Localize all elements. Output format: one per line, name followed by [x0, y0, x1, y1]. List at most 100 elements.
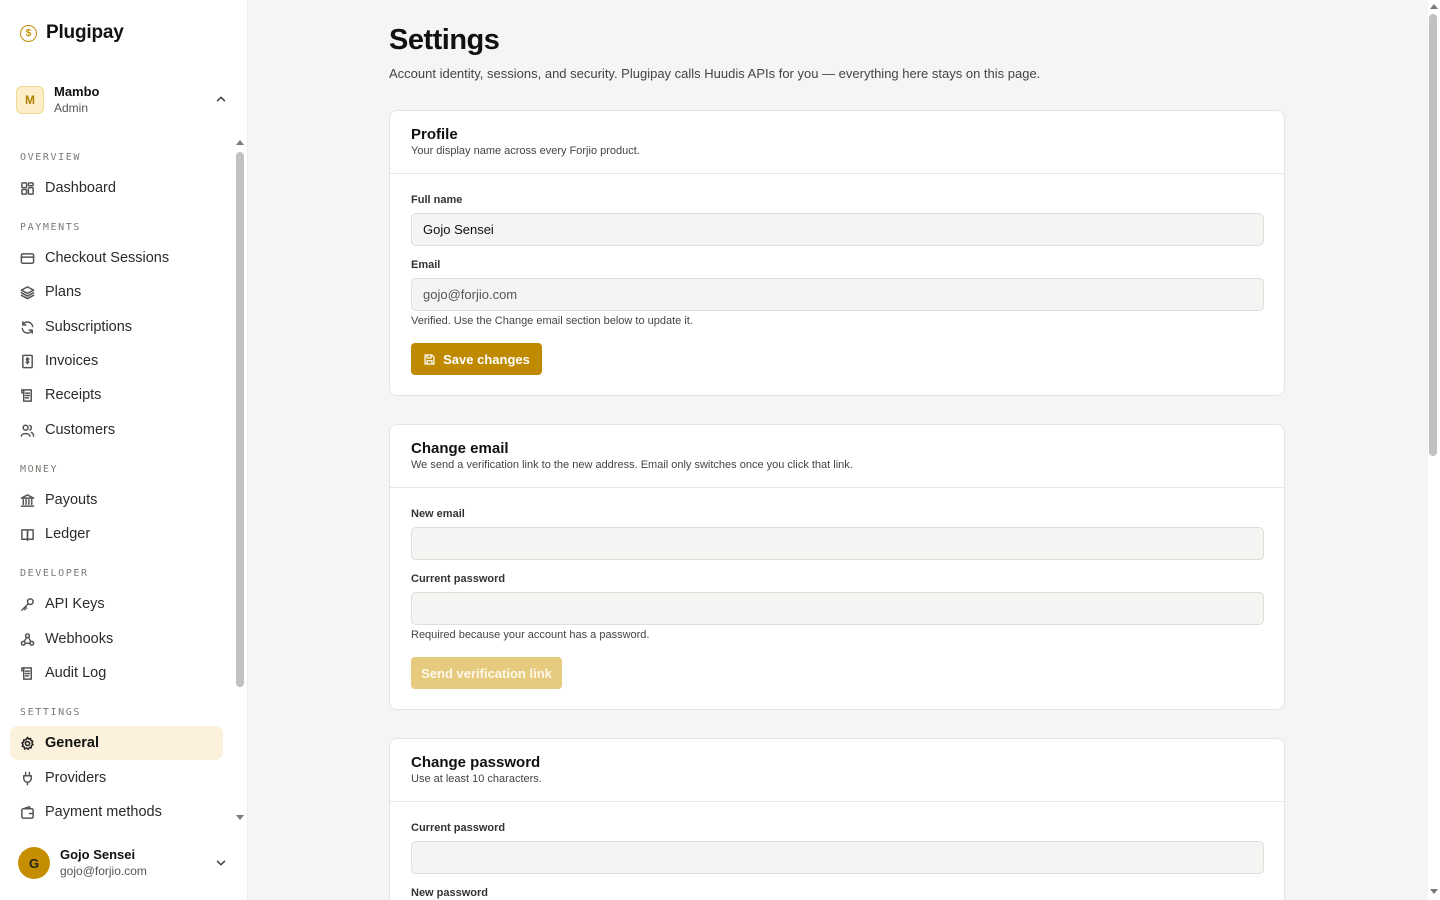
scroll-down-arrow-icon[interactable]	[236, 815, 244, 820]
sidebar-item-label: Dashboard	[45, 180, 116, 196]
sidebar-item-label: General	[45, 735, 99, 751]
nav-section-developer: DEVELOPER	[20, 568, 89, 579]
bank-icon	[20, 493, 35, 508]
webhook-icon	[20, 632, 35, 647]
layers-icon	[20, 285, 35, 300]
email-label: Email	[411, 259, 441, 271]
user-info: Gojo Sensei gojo@forjio.com	[60, 846, 147, 880]
sidebar-item-label: Payment methods	[45, 804, 162, 820]
sidebar-item-payouts[interactable]: Payouts	[10, 483, 223, 517]
nav-section-money: MONEY	[20, 464, 59, 475]
sidebar-item-payment-methods[interactable]: Payment methods	[10, 795, 223, 822]
sidebar-item-label: Receipts	[45, 387, 102, 403]
card-title: Change email	[411, 440, 509, 457]
nav-section-payments: PAYMENTS	[20, 222, 81, 233]
save-changes-button[interactable]: Save changes	[411, 343, 542, 375]
page-scrollbar[interactable]	[1428, 0, 1440, 900]
sidebar-nav: OVERVIEW Dashboard PAYMENTS Checkout Ses…	[0, 140, 234, 822]
password-hint: Required because your account has a pass…	[411, 629, 650, 641]
email-field[interactable]: gojo@forjio.com	[411, 278, 1264, 311]
brand[interactable]: $ Plugipay	[20, 22, 124, 44]
save-changes-label: Save changes	[443, 351, 530, 367]
sidebar-item-subscriptions[interactable]: Subscriptions	[10, 310, 223, 344]
page-scroll-thumb[interactable]	[1429, 14, 1437, 456]
sidebar-item-ledger[interactable]: Ledger	[10, 517, 223, 551]
sidebar-item-invoices[interactable]: Invoices	[10, 344, 223, 378]
sidebar-item-providers[interactable]: Providers	[10, 761, 223, 795]
change-email-card: Change email We send a verification link…	[389, 424, 1285, 710]
page-subtitle: Account identity, sessions, and security…	[389, 66, 1041, 81]
sidebar: $ Plugipay M Mambo Admin OVERVIEW Dashbo…	[0, 0, 248, 900]
credit-card-icon	[20, 251, 35, 266]
card-title: Profile	[411, 126, 458, 143]
brand-name: Plugipay	[46, 22, 124, 43]
user-menu[interactable]: G Gojo Sensei gojo@forjio.com	[18, 846, 232, 880]
email-hint: Verified. Use the Change email section b…	[411, 315, 693, 327]
sidebar-scroll-thumb[interactable]	[236, 152, 244, 687]
workspace-role: Admin	[54, 101, 89, 115]
chevron-up-icon[interactable]	[214, 92, 228, 106]
dashboard-icon	[20, 181, 35, 196]
workspace-name: Mambo	[54, 84, 100, 99]
sidebar-item-label: Checkout Sessions	[45, 250, 170, 266]
card-description: Use at least 10 characters.	[411, 773, 542, 785]
change-password-card: Change password Use at least 10 characte…	[389, 738, 1285, 900]
workspace-info: Mambo Admin	[54, 84, 100, 116]
sidebar-item-general[interactable]: General	[10, 726, 223, 760]
gear-icon	[20, 736, 35, 751]
current-password-label: Current password	[411, 573, 506, 585]
sidebar-item-dashboard[interactable]: Dashboard	[10, 171, 223, 205]
sidebar-item-label: Invoices	[45, 353, 99, 369]
sidebar-item-plans[interactable]: Plans	[10, 275, 223, 309]
sidebar-item-label: Subscriptions	[45, 319, 133, 335]
sidebar-item-webhooks[interactable]: Webhooks	[10, 622, 223, 656]
current-password-input[interactable]	[411, 592, 1264, 625]
nav-section-overview: OVERVIEW	[20, 152, 81, 163]
sidebar-item-label: Audit Log	[45, 665, 107, 681]
card-header: Profile Your display name across every F…	[390, 111, 1284, 174]
workspace-avatar: M	[16, 86, 44, 114]
sidebar-item-label: API Keys	[45, 596, 105, 612]
card-description: We send a verification link to the new a…	[411, 459, 853, 471]
current-password-label: Current password	[411, 822, 506, 834]
scroll-up-arrow-icon[interactable]	[236, 140, 244, 145]
card-title: Change password	[411, 754, 541, 771]
invoice-icon	[20, 354, 35, 369]
card-header: Change password Use at least 10 characte…	[390, 739, 1284, 802]
book-icon	[20, 527, 35, 542]
save-icon	[424, 353, 435, 365]
page-title: Settings	[389, 24, 500, 56]
refresh-icon	[20, 320, 35, 335]
sidebar-item-receipts[interactable]: Receipts	[10, 378, 223, 412]
user-name: Gojo Sensei	[60, 847, 136, 862]
nav-section-settings: SETTINGS	[20, 707, 81, 718]
scroll-icon	[20, 666, 35, 681]
receipt-icon	[20, 388, 35, 403]
full-name-input[interactable]: Gojo Sensei	[411, 213, 1264, 246]
workspace-switcher[interactable]: M Mambo Admin	[16, 84, 232, 116]
card-header: Change email We send a verification link…	[390, 425, 1284, 488]
scroll-down-arrow-icon[interactable]	[1430, 889, 1438, 894]
sidebar-item-api-keys[interactable]: API Keys	[10, 587, 223, 621]
card-description: Your display name across every Forjio pr…	[411, 145, 640, 157]
sidebar-item-checkout-sessions[interactable]: Checkout Sessions	[10, 241, 223, 275]
scroll-up-arrow-icon[interactable]	[1430, 4, 1438, 9]
new-email-input[interactable]	[411, 527, 1264, 560]
sidebar-item-label: Providers	[45, 770, 107, 786]
dollar-coin-icon: $	[20, 24, 37, 42]
sidebar-scrollbar[interactable]	[236, 140, 244, 820]
sidebar-item-label: Ledger	[45, 526, 91, 542]
new-password-label: New password	[411, 887, 489, 899]
sidebar-item-label: Customers	[45, 422, 116, 438]
sidebar-item-label: Webhooks	[45, 631, 114, 647]
user-email: gojo@forjio.com	[60, 864, 147, 878]
avatar: G	[18, 847, 50, 879]
wallet-icon	[20, 805, 35, 820]
send-verification-link-button[interactable]: Send verification link	[411, 657, 562, 689]
current-password-input[interactable]	[411, 841, 1264, 874]
sidebar-item-customers[interactable]: Customers	[10, 413, 223, 447]
sidebar-item-audit-log[interactable]: Audit Log	[10, 656, 223, 690]
plug-icon	[20, 771, 35, 786]
full-name-label: Full name	[411, 194, 463, 206]
chevron-down-icon[interactable]	[214, 856, 228, 870]
